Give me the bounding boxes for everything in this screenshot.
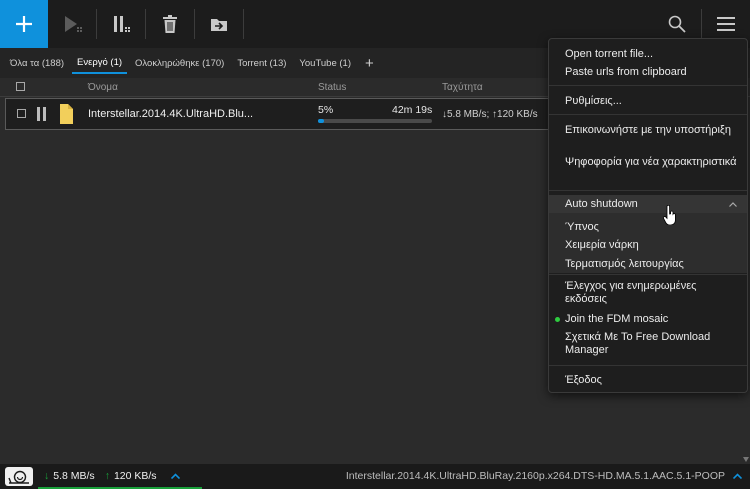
- column-name-header[interactable]: Όνομα: [88, 82, 118, 93]
- menu-exit[interactable]: Έξοδος: [565, 374, 739, 387]
- add-download-button[interactable]: [0, 0, 48, 48]
- row-percent: 5%: [318, 104, 334, 116]
- menu-auto-shutdown[interactable]: Auto shutdown: [565, 198, 739, 211]
- speed-summary[interactable]: ↓ 5.8 MB/s ↑ 120 KB/s: [38, 464, 202, 489]
- menu-vote-features[interactable]: Ψηφοφορία για νέα χαρακτηριστικά: [565, 156, 739, 169]
- resume-button[interactable]: [48, 0, 96, 48]
- row-eta: 42m 19s: [392, 104, 433, 116]
- plus-icon: [16, 16, 32, 32]
- menu-hibernate[interactable]: Χειμερία νάρκη: [565, 239, 739, 252]
- tab-active[interactable]: Ενεργό (1): [72, 53, 128, 74]
- delete-button[interactable]: [146, 0, 194, 48]
- file-icon: [60, 104, 73, 124]
- menu-open-torrent[interactable]: Open torrent file...: [565, 48, 739, 61]
- hamburger-menu-icon: [717, 17, 735, 31]
- menu-paste-urls[interactable]: Paste urls from clipboard: [565, 66, 739, 79]
- pause-icon: [114, 16, 130, 32]
- menu-join-mosaic[interactable]: Join the FDM mosaic: [565, 313, 739, 326]
- column-speed-header[interactable]: Ταχύτητα: [442, 82, 483, 93]
- search-icon: [668, 15, 686, 33]
- snail-icon: [8, 470, 29, 484]
- toolbar-separator: [243, 9, 244, 39]
- tab-completed[interactable]: Ολοκληρώθηκε (170): [130, 54, 229, 73]
- row-checkbox[interactable]: [17, 109, 26, 118]
- download-arrow-icon: ↓: [44, 469, 50, 482]
- menu-separator: [549, 365, 747, 366]
- tab-all[interactable]: Όλα τα (188): [5, 54, 69, 73]
- upload-arrow-icon: ↑: [104, 469, 110, 482]
- speed-mode-button[interactable]: [5, 467, 33, 486]
- trash-icon: [163, 15, 177, 33]
- row-speed: ↓5.8 MB/s; ↑120 KB/s: [442, 109, 538, 120]
- pause-row-icon[interactable]: [36, 107, 48, 121]
- move-to-folder-button[interactable]: [195, 0, 243, 48]
- chevron-up-icon[interactable]: [733, 473, 742, 479]
- chevron-up-icon[interactable]: [170, 472, 180, 479]
- menu-check-updates[interactable]: Έλεγχος για ενημερωμένες εκδόσεις: [565, 280, 739, 306]
- progress-track: [318, 119, 432, 123]
- menu-separator: [549, 274, 747, 275]
- status-current-file: Interstellar.2014.4K.UltraHD.BluRay.2160…: [345, 470, 725, 482]
- main-menu-dropdown: Open torrent file... Paste urls from cli…: [548, 38, 748, 393]
- download-speed: 5.8 MB/s: [53, 469, 95, 482]
- status-bar: ↓ 5.8 MB/s ↑ 120 KB/s Interstellar.2014.…: [0, 464, 750, 489]
- column-status-header[interactable]: Status: [318, 82, 346, 93]
- scroll-down-icon[interactable]: [743, 457, 749, 462]
- play-icon: [65, 16, 82, 32]
- row-file-name: Interstellar.2014.4K.UltraHD.Blu...: [88, 108, 254, 120]
- move-folder-icon: [211, 19, 227, 31]
- status-dot-icon: [555, 317, 560, 322]
- menu-separator: [549, 85, 747, 86]
- menu-separator: [549, 114, 747, 115]
- progress-fill: [318, 119, 324, 123]
- menu-contact-support[interactable]: Επικοινωνήστε με την υποστήριξη: [565, 124, 739, 137]
- chevron-up-icon: [729, 202, 737, 207]
- upload-speed: 120 KB/s: [113, 469, 157, 482]
- add-tab-button[interactable]: +: [359, 55, 380, 72]
- menu-sleep[interactable]: Ύπνος: [565, 221, 739, 234]
- tab-torrent[interactable]: Torrent (13): [232, 54, 291, 73]
- menu-about[interactable]: Σχετικά Με Το Free Download Manager: [565, 331, 739, 357]
- menu-settings[interactable]: Ρυθμίσεις...: [565, 95, 739, 108]
- menu-separator: [549, 190, 747, 191]
- select-all-checkbox[interactable]: [16, 82, 25, 91]
- tab-youtube[interactable]: YouTube (1): [294, 54, 356, 73]
- pause-button[interactable]: [97, 0, 145, 48]
- menu-shutdown[interactable]: Τερματισμός λειτουργίας: [565, 258, 739, 271]
